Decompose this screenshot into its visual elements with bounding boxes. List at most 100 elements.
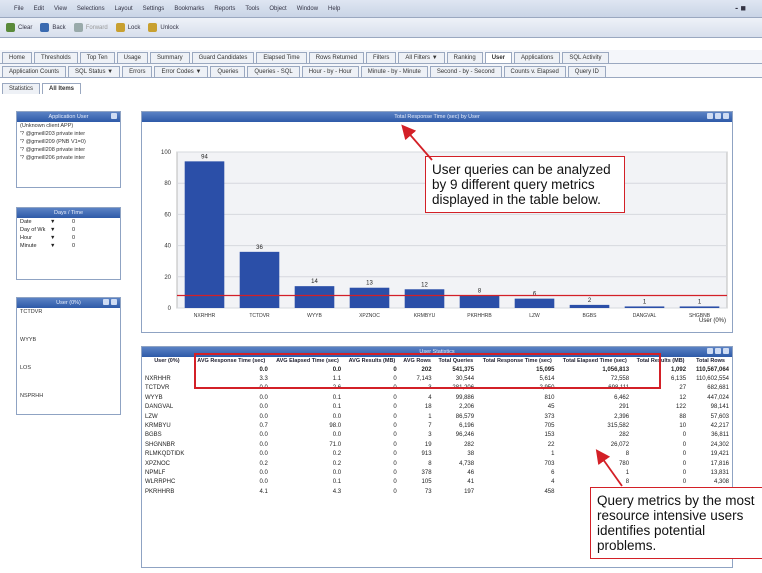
lock-button[interactable]: Lock xyxy=(115,23,140,32)
tab-applications[interactable]: Applications xyxy=(514,52,561,63)
bar[interactable] xyxy=(624,306,665,308)
table-row[interactable]: XPZNOC 0.2 0.2 0 8 4,738 703 780 0 17,816 xyxy=(142,459,732,468)
bar[interactable] xyxy=(349,287,390,308)
tab-usage[interactable]: Usage xyxy=(116,52,148,63)
list-item[interactable]: TCTDVR xyxy=(17,308,120,316)
menu-layout[interactable]: Layout xyxy=(115,6,133,12)
minimize-icon[interactable] xyxy=(111,113,117,119)
bar[interactable] xyxy=(459,295,500,308)
table-cell: 6,462 xyxy=(614,394,630,401)
clear-button[interactable]: Clear xyxy=(6,23,32,32)
clear-label: Clear xyxy=(18,24,33,31)
table-row[interactable]: BGBS 0.0 0.0 0 3 96,246 153 282 0 36,811 xyxy=(142,431,732,440)
menu-bookmarks[interactable]: Bookmarks xyxy=(174,6,204,12)
list-item[interactable]: Minute ▼ 0 xyxy=(17,242,120,250)
table-row[interactable]: RLMKQDTIDK 0.0 0.2 0 913 38 1 8 0 19,421 xyxy=(142,450,732,459)
search-icon[interactable] xyxy=(707,113,713,119)
table-cell: 13,831 xyxy=(710,469,729,476)
list-item[interactable]: Day of Wk ▼ 0 xyxy=(17,226,120,234)
tab-ranking[interactable]: Ranking xyxy=(446,52,483,63)
tab-queries[interactable]: Queries xyxy=(210,66,246,77)
tab-sql-activity[interactable]: SQL Activity xyxy=(562,52,609,63)
tab-top-ten[interactable]: Top Ten xyxy=(79,52,115,63)
menu-file[interactable]: File xyxy=(14,6,24,12)
xl-export-icon[interactable] xyxy=(715,113,721,119)
list-item[interactable]: '? @gmeill208 private inter xyxy=(17,146,120,154)
tab-minute-by-minute[interactable]: Minute - by - Minute xyxy=(360,66,428,77)
list-item[interactable]: '? @gmeill206 private inter xyxy=(17,154,120,162)
table-cell: 4.3 xyxy=(332,488,342,495)
tab-queries-sql[interactable]: Queries - SQL xyxy=(247,66,300,77)
table-row[interactable]: WYYB 0.0 0.1 0 4 99,886 810 6,462 12 447,024 xyxy=(142,393,732,402)
table-cell: 0.0 xyxy=(332,413,342,420)
bar[interactable] xyxy=(514,298,555,308)
menu-settings[interactable]: Settings xyxy=(143,6,165,12)
list-item[interactable]: '? @gmeill203 private inter xyxy=(17,130,120,138)
menu-edit[interactable]: Edit xyxy=(34,6,44,12)
chevron-down-icon[interactable]: ▼ xyxy=(50,243,72,249)
tab-filters[interactable]: Filters xyxy=(366,52,397,63)
tab-guard-candidates[interactable]: Guard Candidates xyxy=(191,52,255,63)
list-item[interactable]: Date ▼ 0 xyxy=(17,218,120,226)
chart-legend: User (0%) xyxy=(698,318,726,324)
table-row[interactable]: LZW 0.0 0.0 0 1 86,579 373 2,396 88 57,603 xyxy=(142,412,732,421)
table-row[interactable]: NPMLF 0.0 0.0 0 378 46 6 1 0 13,831 xyxy=(142,468,732,477)
minimize-icon[interactable] xyxy=(723,348,729,354)
tab-statistics[interactable]: Statistics xyxy=(2,83,41,94)
bar[interactable] xyxy=(184,161,225,308)
bar[interactable] xyxy=(679,306,720,308)
search-icon[interactable] xyxy=(707,348,713,354)
bar[interactable] xyxy=(404,289,445,308)
list-item[interactable]: Hour ▼ 0 xyxy=(17,234,120,242)
menu-reports[interactable]: Reports xyxy=(214,6,235,12)
list-item[interactable]: NSPRHH xyxy=(17,392,120,400)
chevron-down-icon[interactable]: ▼ xyxy=(50,235,72,241)
tab-hour-by-hour[interactable]: Hour - by - Hour xyxy=(301,66,359,77)
tab-counts-v-elapsed[interactable]: Counts v. Elapsed xyxy=(503,66,566,77)
column-header[interactable]: Total Rows xyxy=(689,357,732,365)
table-row[interactable]: KRMBYU 0.7 98.0 0 7 6,196 705 315,582 10 42,217 xyxy=(142,421,732,430)
back-button[interactable]: Back xyxy=(40,23,66,32)
table-row[interactable]: WLRRPHC 0.0 0.1 0 105 41 4 8 0 4,308 xyxy=(142,478,732,487)
column-header[interactable]: User (0%) xyxy=(142,357,192,365)
unlock-button[interactable]: Unlock xyxy=(148,23,179,32)
tab-summary[interactable]: Summary xyxy=(149,52,190,63)
tab-user[interactable]: User xyxy=(484,52,513,63)
tab-sql-status[interactable]: SQL Status ▼ xyxy=(68,66,121,77)
tab-errors[interactable]: Errors xyxy=(122,66,153,77)
menu-view[interactable]: View xyxy=(54,6,67,12)
tab-query-id[interactable]: Query ID xyxy=(567,66,606,77)
tab-elapsed-time[interactable]: Elapsed Time xyxy=(256,52,307,63)
menu-object[interactable]: Object xyxy=(269,6,286,12)
tab-home[interactable]: Home xyxy=(2,52,33,63)
menu-selections[interactable]: Selections xyxy=(77,6,105,12)
chevron-down-icon[interactable]: ▼ xyxy=(50,227,72,233)
chevron-down-icon[interactable]: ▼ xyxy=(50,219,72,225)
search-icon[interactable] xyxy=(103,299,109,305)
minimize-icon[interactable] xyxy=(723,113,729,119)
forward-button[interactable]: Forward xyxy=(73,23,108,32)
tab-second-by-second[interactable]: Second - by - Second xyxy=(429,66,502,77)
tab-all-filters[interactable]: All Filters ▼ xyxy=(398,52,445,63)
xl-export-icon[interactable] xyxy=(715,348,721,354)
tab-error-codes[interactable]: Error Codes ▼ xyxy=(154,66,209,77)
user-panel: User (0%) TCTDVR WYYB LOS NSPRHH xyxy=(16,297,121,415)
bar[interactable] xyxy=(294,286,335,308)
tab-rows-returned[interactable]: Rows Returned xyxy=(308,52,365,63)
list-item[interactable]: '? @gmeill209 (PNB V1=0) xyxy=(17,138,120,146)
tab-all-items[interactable]: All Items xyxy=(42,83,82,94)
list-item[interactable]: WYYB xyxy=(17,336,120,344)
minimize-icon[interactable] xyxy=(111,299,117,305)
bar[interactable] xyxy=(239,251,280,308)
list-item[interactable]: LOS xyxy=(17,364,120,372)
table-row[interactable]: DANGVAL 0.0 0.1 0 18 2,206 45 291 122 98,141 xyxy=(142,403,732,412)
table-row[interactable]: SHGNNBR 0.0 71.0 0 19 282 22 26,072 0 24,302 xyxy=(142,440,732,449)
window-controls[interactable]: - ■ xyxy=(735,3,746,13)
tab-application-counts[interactable]: Application Counts xyxy=(2,66,67,77)
menu-tools[interactable]: Tools xyxy=(245,6,259,12)
menu-help[interactable]: Help xyxy=(328,6,340,12)
bar[interactable] xyxy=(569,304,610,308)
list-item[interactable]: (Unknown client APP) xyxy=(17,122,120,130)
tab-thresholds[interactable]: Thresholds xyxy=(34,52,78,63)
menu-window[interactable]: Window xyxy=(297,6,318,12)
